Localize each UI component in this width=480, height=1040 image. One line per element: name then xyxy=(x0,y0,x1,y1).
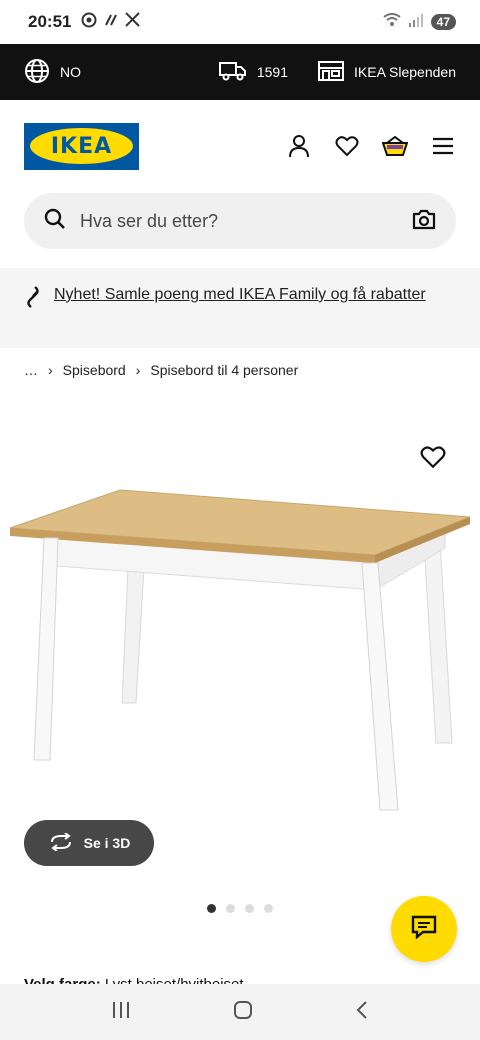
carousel-indicator xyxy=(207,904,273,913)
promo-banner: Nyhet! Samle poeng med IKEA Family og få… xyxy=(0,268,480,348)
view-3d-label: Se i 3D xyxy=(83,835,131,851)
logo-text: IKEA xyxy=(50,133,113,159)
x-icon xyxy=(125,12,141,32)
top-bar: NO 1591 IKEA Slependen xyxy=(0,44,480,100)
breadcrumb-item[interactable]: Spisebord til 4 personer xyxy=(150,362,298,378)
status-bar: 20:51 47 xyxy=(0,0,480,44)
carousel-dot[interactable] xyxy=(264,904,273,913)
home-icon[interactable] xyxy=(233,1000,253,1025)
chat-button[interactable] xyxy=(391,896,457,962)
menu-icon[interactable] xyxy=(430,133,456,159)
breadcrumb-item[interactable]: … xyxy=(24,362,38,378)
chat-icon xyxy=(411,915,437,944)
search-icon xyxy=(44,208,66,235)
add-to-favourites-icon[interactable] xyxy=(420,445,446,471)
search-input[interactable] xyxy=(80,210,412,232)
language-label: NO xyxy=(60,64,81,80)
wifi-icon xyxy=(383,12,401,32)
carousel-dot[interactable] xyxy=(245,904,254,913)
logo-oval: IKEA xyxy=(30,128,133,164)
camera-icon[interactable] xyxy=(412,208,436,235)
language-selector[interactable]: NO xyxy=(24,58,81,87)
breadcrumb: … › Spisebord › Spisebord til 4 personer xyxy=(24,362,298,378)
store-label: IKEA Slependen xyxy=(354,64,456,80)
view-3d-button[interactable]: Se i 3D xyxy=(24,820,154,866)
ikea-logo[interactable]: IKEA xyxy=(24,122,139,170)
carousel-dot[interactable] xyxy=(207,904,216,913)
site-header: IKEA xyxy=(0,100,480,192)
recent-apps-icon[interactable] xyxy=(111,1001,131,1024)
store-selector-button[interactable]: IKEA Slependen xyxy=(318,60,456,85)
status-time: 20:51 xyxy=(28,12,72,31)
carousel-dot[interactable] xyxy=(226,904,235,913)
shopping-bag-icon[interactable] xyxy=(382,133,408,159)
link-icon xyxy=(24,285,42,316)
app-notification-icon xyxy=(103,12,119,33)
store-icon xyxy=(318,60,345,85)
back-icon[interactable] xyxy=(355,1000,369,1025)
chevron-right-icon: › xyxy=(48,362,53,378)
search-bar[interactable] xyxy=(24,193,456,249)
product-image[interactable] xyxy=(0,430,480,830)
notification-icon xyxy=(81,12,97,33)
rotate-3d-icon xyxy=(48,831,74,854)
promo-link[interactable]: Nyhet! Samle poeng med IKEA Family og få… xyxy=(54,282,426,307)
delivery-postcode-button[interactable]: 1591 xyxy=(218,60,289,85)
signal-icon xyxy=(408,13,423,32)
account-icon[interactable] xyxy=(286,133,312,159)
system-nav-bar xyxy=(0,984,480,1040)
globe-icon xyxy=(24,58,50,87)
heart-icon[interactable] xyxy=(334,133,360,159)
chevron-right-icon: › xyxy=(135,362,141,378)
truck-icon xyxy=(218,60,247,85)
postcode-label: 1591 xyxy=(256,64,289,80)
battery-indicator: 47 xyxy=(430,14,456,30)
breadcrumb-item[interactable]: Spisebord xyxy=(63,362,126,378)
